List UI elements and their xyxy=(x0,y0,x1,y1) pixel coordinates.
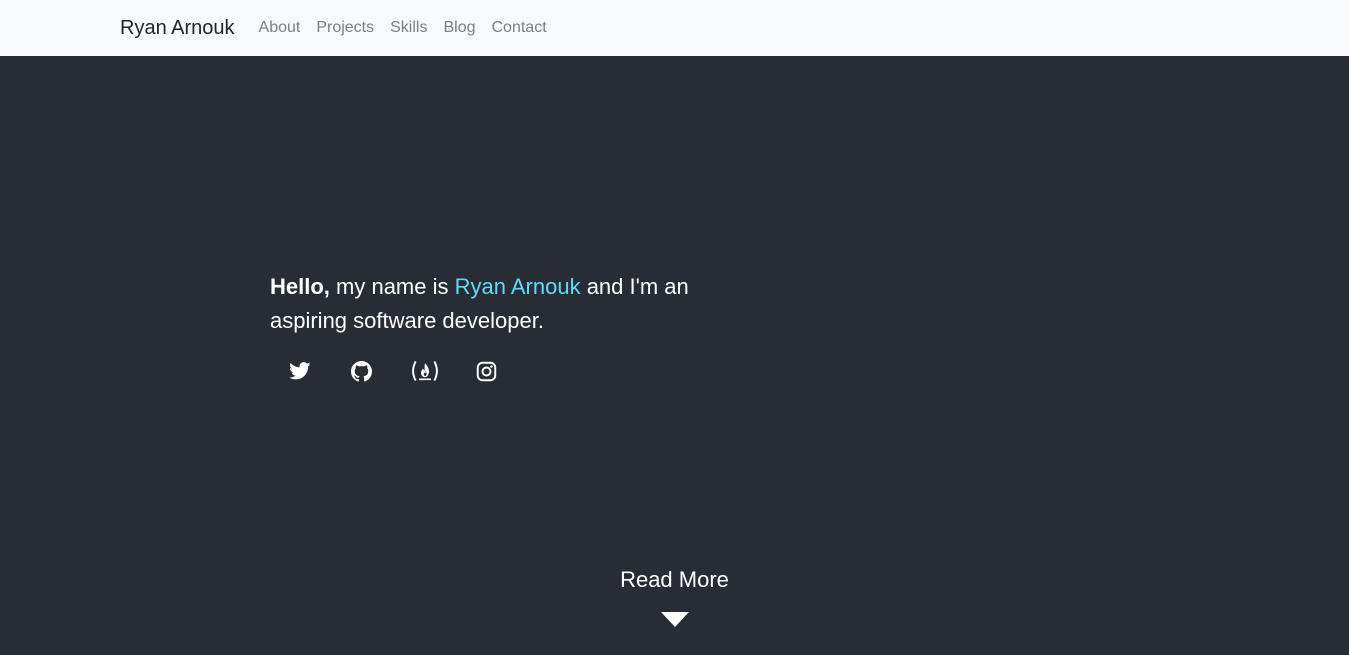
freecodecamp-icon[interactable] xyxy=(410,356,440,386)
github-icon[interactable] xyxy=(346,356,376,386)
navbar: Ryan Arnouk About Projects Skills Blog C… xyxy=(0,0,1349,56)
nav-link-blog[interactable]: Blog xyxy=(443,20,475,36)
hero-greeting: Hello, xyxy=(270,274,330,299)
nav-link-projects[interactable]: Projects xyxy=(316,20,374,36)
hero-text-before-name: my name is xyxy=(329,274,455,299)
read-more-button[interactable]: Read More xyxy=(0,564,1349,596)
nav-link-contact[interactable]: Contact xyxy=(492,20,547,36)
social-links xyxy=(270,356,501,386)
instagram-icon[interactable] xyxy=(471,356,501,386)
nav-link-skills[interactable]: Skills xyxy=(390,20,427,36)
hero-name: Ryan Arnouk xyxy=(454,274,581,299)
hero-intro: Hello, my name is Ryan Arnouk and I'm an… xyxy=(270,270,690,338)
caret-down-icon[interactable] xyxy=(661,612,689,627)
twitter-icon[interactable] xyxy=(285,356,315,386)
nav-link-about[interactable]: About xyxy=(259,20,301,36)
brand-link[interactable]: Ryan Arnouk xyxy=(120,18,235,38)
